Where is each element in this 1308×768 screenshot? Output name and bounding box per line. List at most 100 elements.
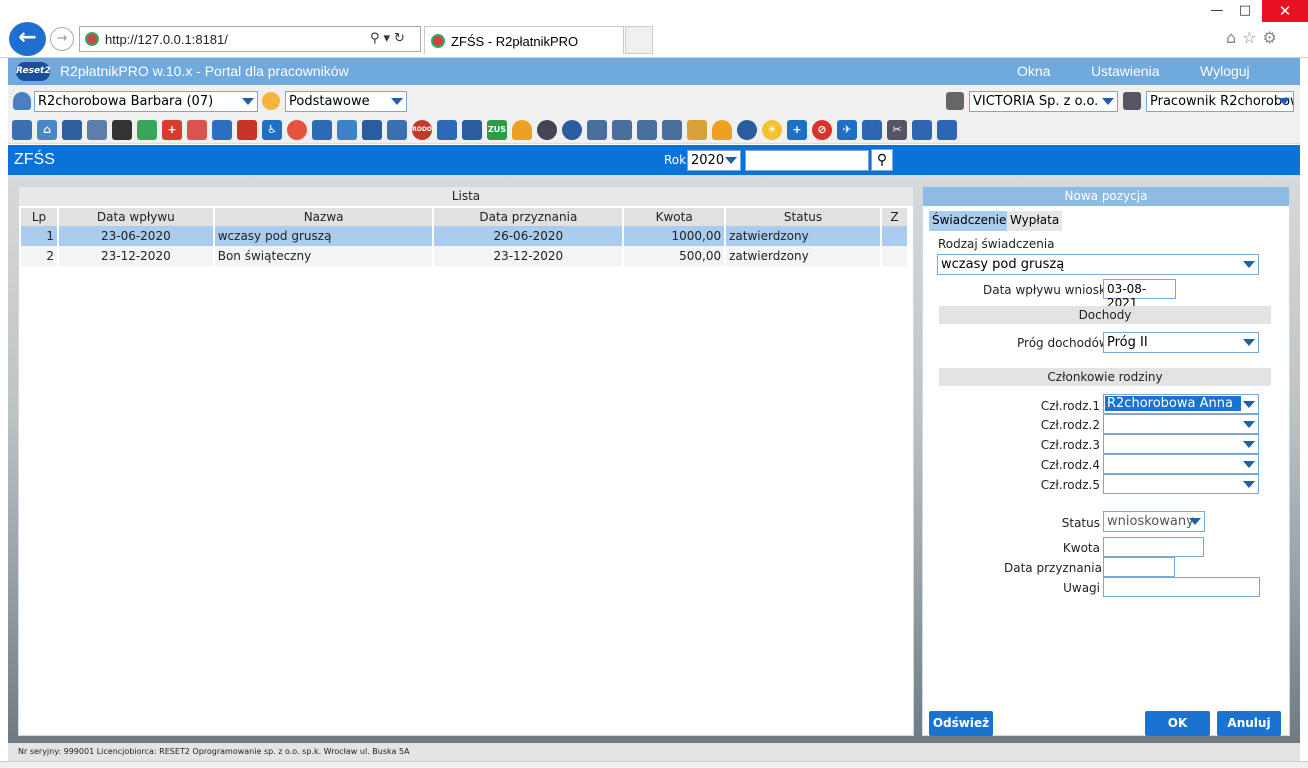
search-icon[interactable]: ⚲ [871, 149, 893, 171]
uwagi-input[interactable] [1103, 577, 1260, 597]
cell-z [880, 246, 910, 266]
col-lp[interactable]: Lp [21, 208, 59, 226]
table-row[interactable]: 1 23-06-2020 wczasy pod gruszą 26-06-202… [21, 226, 910, 246]
medal-icon[interactable] [537, 120, 557, 140]
member-5-select[interactable] [1103, 474, 1259, 494]
id-card-icon[interactable] [62, 120, 82, 140]
member-1-label: Czł.rodz.1 [1040, 399, 1100, 413]
prog-select-value: Próg II [1107, 335, 1148, 350]
role-select[interactable]: Pracownik R2chorobowa [1146, 91, 1294, 112]
prog-select[interactable]: Próg II [1103, 332, 1259, 353]
footsteps-icon[interactable] [337, 120, 357, 140]
document-icon[interactable] [587, 120, 607, 140]
kwota-input[interactable] [1103, 537, 1204, 557]
sun-icon[interactable]: ☀ [762, 120, 782, 140]
col-status[interactable]: Status [725, 208, 882, 226]
forward-arrow-icon[interactable]: → [50, 27, 74, 51]
menu-okna[interactable]: Okna [1017, 63, 1050, 79]
bell-icon[interactable] [512, 120, 532, 140]
cancel-button[interactable]: Anuluj [1217, 711, 1281, 736]
tab-wyplata[interactable]: Wypłata [1007, 211, 1063, 231]
member-1-select[interactable]: R2chorobowa Anna [1103, 394, 1259, 414]
tab-swiadczenie[interactable]: Świadczenie [929, 211, 1010, 231]
zus-icon[interactable]: ZUS [487, 120, 507, 140]
home-star-gear-icon[interactable]: ⌂☆⚙ [1226, 28, 1283, 47]
col-kwota[interactable]: Kwota [623, 208, 727, 226]
member-4-select[interactable] [1103, 454, 1259, 474]
close-icon[interactable]: ✕ [1262, 0, 1308, 22]
fire-extinguisher-icon[interactable] [237, 120, 257, 140]
back-arrow-icon[interactable]: ← [9, 22, 46, 56]
lightbulb-icon [262, 92, 280, 110]
col-z[interactable]: Z [880, 208, 910, 226]
menu-ustawienia[interactable]: Ustawienia [1091, 63, 1159, 79]
col-data-przyznania[interactable]: Data przyznania [433, 208, 625, 226]
shield-check-icon[interactable] [137, 120, 157, 140]
year-select[interactable]: 2020 [687, 150, 741, 171]
clock-icon[interactable] [737, 120, 757, 140]
columns-icon[interactable] [362, 120, 382, 140]
status-select-value: wnioskowany [1107, 514, 1194, 529]
no-entry-icon[interactable]: ⊘ [812, 120, 832, 140]
rodo-icon[interactable]: RODO [412, 120, 432, 140]
new-tab-button[interactable] [625, 26, 653, 54]
member-2-select[interactable] [1103, 414, 1259, 434]
col-data-wplywu[interactable]: Data wpływu [57, 208, 215, 226]
grid-icon[interactable] [462, 120, 482, 140]
document-pen-icon[interactable] [637, 120, 657, 140]
member-5-label: Czł.rodz.5 [1040, 478, 1100, 492]
refresh-button[interactable]: Odśwież [929, 711, 993, 736]
status-select[interactable]: wnioskowany [1103, 511, 1205, 532]
airplane-icon[interactable]: ✈ [837, 120, 857, 140]
car-icon[interactable] [312, 120, 332, 140]
document-money-icon[interactable] [687, 120, 707, 140]
maximize-icon[interactable]: □ [1230, 0, 1260, 22]
lifebuoy-icon[interactable] [287, 120, 307, 140]
cell-lp: 2 [21, 246, 59, 266]
truck-icon[interactable] [912, 120, 932, 140]
rodzaj-select[interactable]: wczasy pod gruszą [937, 254, 1259, 275]
bar-chart-icon[interactable] [212, 120, 232, 140]
footer: Nr seryjny: 999001 Licencjobiorca: RESET… [8, 743, 1300, 761]
document-edit-icon[interactable] [612, 120, 632, 140]
data-przyznania-input[interactable] [1103, 557, 1175, 577]
col-nazwa[interactable]: Nazwa [213, 208, 435, 226]
module-bar: ZFŚS Rok 2020 ⚲ [8, 145, 1300, 175]
minimize-icon[interactable]: — [1202, 0, 1232, 22]
stack-icon[interactable] [387, 120, 407, 140]
employee-select[interactable]: R2chorobowa Barbara (07) [34, 91, 258, 112]
tag-icon[interactable] [862, 120, 882, 140]
taskbar-strip [0, 761, 1308, 768]
ok-button[interactable]: OK [1145, 711, 1210, 736]
table-row[interactable]: 2 23-12-2020 Bon świąteczny 23-12-2020 5… [21, 246, 910, 266]
company-select[interactable]: VICTORIA Sp. z o.o. [969, 91, 1118, 112]
member-4-label: Czł.rodz.4 [1040, 458, 1100, 472]
member-3-select[interactable] [1103, 434, 1259, 454]
gift-icon[interactable] [937, 120, 957, 140]
medical-kit-icon[interactable]: + [162, 120, 182, 140]
search-input[interactable] [745, 150, 869, 171]
plus-box-icon[interactable]: + [787, 120, 807, 140]
selector-bar: R2chorobowa Barbara (07) Podstawowe VICT… [8, 85, 1300, 117]
cell-data-wplywu: 23-06-2020 [57, 226, 215, 246]
alarm-clock-icon[interactable] [562, 120, 582, 140]
year-select-value: 2020 [691, 153, 725, 168]
wheelchair-icon[interactable]: ♿ [262, 120, 282, 140]
scissors-icon[interactable]: ✂ [887, 120, 907, 140]
education-icon[interactable] [112, 120, 132, 140]
profile-select[interactable]: Podstawowe [285, 91, 407, 112]
data-wplywu-input[interactable]: 03-08-2021 [1103, 279, 1176, 310]
browser-tab[interactable]: ZFŚS - R2płatnikPRO [424, 26, 624, 54]
family-icon[interactable] [87, 120, 107, 140]
menu-wyloguj[interactable]: Wyloguj [1200, 63, 1250, 79]
rodzaj-label: Rodzaj świadczenia [938, 237, 1055, 251]
document-list-icon[interactable] [662, 120, 682, 140]
home-icon[interactable]: ⌂ [37, 120, 57, 140]
hard-hat-icon[interactable] [712, 120, 732, 140]
syringe-icon[interactable] [187, 120, 207, 140]
personal-data-icon[interactable] [12, 120, 32, 140]
address-text[interactable]: http://127.0.0.1:8181/ [105, 32, 228, 47]
address-bar[interactable]: http://127.0.0.1:8181/ ⚲▾↻ [79, 26, 421, 52]
search-refresh-icon[interactable]: ⚲▾↻ [370, 31, 409, 46]
shield-icon[interactable] [437, 120, 457, 140]
